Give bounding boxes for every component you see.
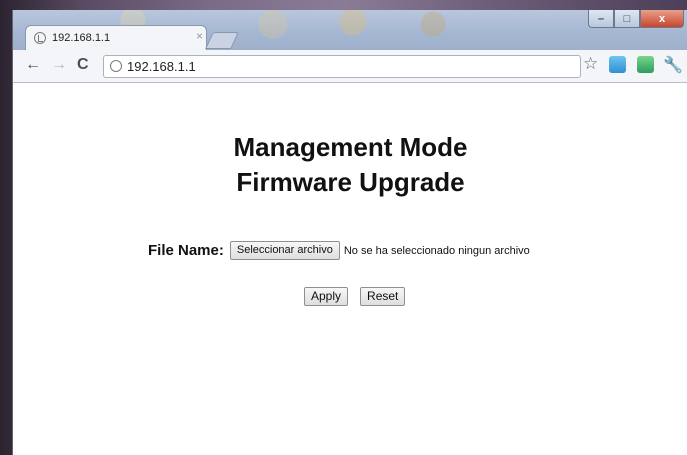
browser-toolbar: ← → C 192.168.1.1 ☆ 🔧 [13, 50, 687, 83]
wrench-menu-icon[interactable]: 🔧 [663, 55, 683, 75]
extension-icon-green[interactable] [637, 56, 654, 73]
choose-file-button[interactable]: Seleccionar archivo [229, 241, 340, 260]
url-text[interactable]: 192.168.1.1 [127, 59, 196, 74]
browser-tab[interactable]: 192.168.1.1 × [25, 25, 207, 51]
page-content: Management Mode Firmware Upgrade File Na… [13, 83, 687, 455]
page-title-line1: Management Mode [233, 132, 468, 162]
globe-icon [110, 60, 122, 72]
file-input-row: File Name: Seleccionar archivo No se ha … [148, 241, 530, 260]
reload-button[interactable]: C [77, 56, 89, 74]
tab-close-button[interactable]: × [196, 30, 203, 42]
file-name-label: File Name: [148, 242, 224, 259]
back-button[interactable]: ← [25, 56, 41, 74]
no-file-selected-text: No se ha seleccionado ningun archivo [343, 244, 530, 257]
globe-icon [34, 32, 46, 44]
reset-button[interactable]: Reset [360, 287, 406, 306]
extension-icon-blue[interactable] [609, 56, 626, 73]
close-window-button[interactable]: x [640, 10, 684, 28]
browser-window: 192.168.1.1 × – □ x ← → C 192.168.1.1 ☆ … [12, 10, 687, 455]
window-controls: – □ x [588, 10, 684, 30]
forward-button[interactable]: → [51, 56, 67, 74]
form-buttons: Apply Reset [304, 287, 406, 306]
address-bar[interactable]: 192.168.1.1 [103, 55, 581, 78]
maximize-button[interactable]: □ [614, 10, 640, 28]
minimize-button[interactable]: – [588, 10, 614, 28]
tab-title: 192.168.1.1 [52, 32, 111, 44]
title-bar: 192.168.1.1 × – □ x [13, 10, 687, 51]
bookmark-star-icon[interactable]: ☆ [583, 55, 598, 73]
page-title-line2: Firmware Upgrade [236, 167, 465, 197]
apply-button[interactable]: Apply [304, 287, 349, 306]
